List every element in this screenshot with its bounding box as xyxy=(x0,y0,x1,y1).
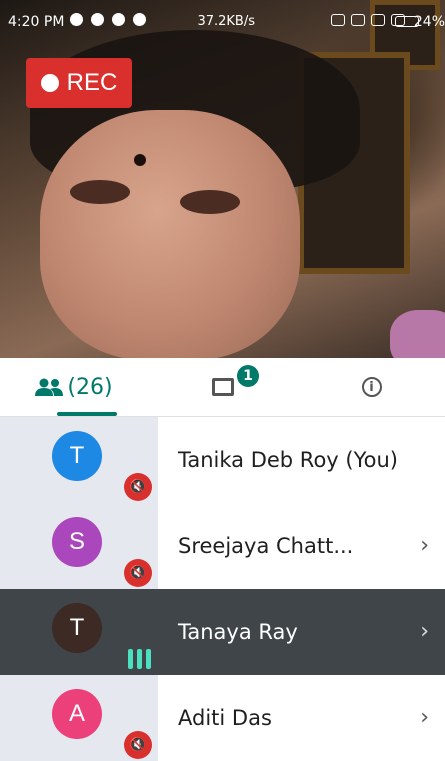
network-speed: 37.2KB/s xyxy=(197,14,255,29)
chevron-right-icon[interactable]: › xyxy=(420,533,429,558)
tab-info[interactable]: i xyxy=(298,358,445,416)
avatar: T xyxy=(52,603,102,653)
system-icons xyxy=(331,14,405,26)
chevron-right-icon[interactable]: › xyxy=(420,705,429,730)
chat-icon xyxy=(212,378,234,396)
participant-name: Aditi Das xyxy=(178,706,272,730)
avatar: S xyxy=(52,517,102,567)
video-eye xyxy=(70,180,130,204)
participant-name-cell: Aditi Das › xyxy=(158,675,445,761)
signal-icon xyxy=(371,14,385,26)
video-background-cloth xyxy=(390,310,445,358)
notification-icons xyxy=(70,13,146,26)
notification-icon xyxy=(70,13,83,26)
tab-people[interactable]: (26) xyxy=(0,358,148,416)
notification-icon xyxy=(133,13,146,26)
participant-name-cell: Tanaya Ray › xyxy=(158,589,445,675)
participant-row[interactable]: T Tanaya Ray › xyxy=(0,589,445,675)
mic-muted-icon: 🔇 xyxy=(124,559,152,587)
participant-row[interactable]: A 🔇 Aditi Das › xyxy=(0,675,445,761)
participant-name-cell: Tanika Deb Roy (You) xyxy=(158,417,445,503)
avatar: A xyxy=(52,689,102,739)
headphone-icon xyxy=(331,14,345,26)
status-time: 4:20 PM xyxy=(8,14,65,30)
mic-muted-icon: 🔇 xyxy=(124,473,152,501)
participant-avatar-cell: T xyxy=(0,589,158,675)
participant-name-cell: Sreejaya Chatt... › xyxy=(158,503,445,589)
recording-label: REC xyxy=(66,69,118,96)
avatar: T xyxy=(52,431,102,481)
notification-icon xyxy=(91,13,104,26)
battery-percent: 24% xyxy=(413,14,445,30)
recording-badge: REC xyxy=(26,58,132,108)
participant-list: T 🔇 Tanika Deb Roy (You) S 🔇 Sreejaya Ch… xyxy=(0,417,445,761)
chevron-right-icon[interactable]: › xyxy=(420,619,429,644)
info-icon: i xyxy=(361,377,382,397)
participant-name: Tanika Deb Roy (You) xyxy=(178,448,398,472)
status-bar: 4:20 PM 37.2KB/s 24% xyxy=(0,0,445,40)
alarm-icon xyxy=(351,14,365,26)
people-count: (26) xyxy=(67,374,113,400)
chat-unread-badge: 1 xyxy=(237,365,259,387)
active-tab-indicator xyxy=(57,412,117,416)
video-person-face xyxy=(40,110,300,358)
record-dot-icon xyxy=(40,74,59,92)
notification-icon xyxy=(112,13,125,26)
participant-row[interactable]: T 🔇 Tanika Deb Roy (You) xyxy=(0,417,445,503)
participant-avatar-cell: A 🔇 xyxy=(0,675,158,761)
participant-row[interactable]: S 🔇 Sreejaya Chatt... › xyxy=(0,503,445,589)
tab-chat[interactable] xyxy=(148,358,298,416)
video-eye xyxy=(180,190,240,214)
video-feed[interactable] xyxy=(0,0,445,358)
participant-name: Tanaya Ray xyxy=(178,620,298,644)
video-bindi xyxy=(134,154,146,166)
participant-avatar-cell: T 🔇 xyxy=(0,417,158,503)
people-icon xyxy=(35,378,64,396)
meeting-tabs: (26) i xyxy=(0,358,445,417)
participant-avatar-cell: S 🔇 xyxy=(0,503,158,589)
speaking-indicator-icon xyxy=(128,647,152,669)
participant-name: Sreejaya Chatt... xyxy=(178,534,354,558)
mic-muted-icon: 🔇 xyxy=(124,731,152,759)
